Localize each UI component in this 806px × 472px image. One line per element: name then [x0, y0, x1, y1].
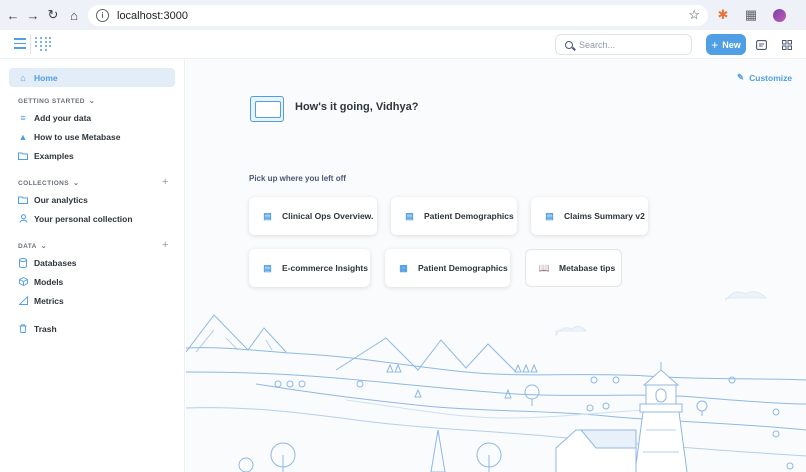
recent-card-label: E-commerce Insights: [282, 263, 368, 273]
sidebar-item-models[interactable]: Models: [9, 272, 175, 291]
sidebar-item-trash[interactable]: Trash: [9, 319, 175, 338]
chevron-down-icon: ⌄: [40, 243, 47, 250]
folder-icon: [18, 151, 28, 161]
home-main: ✎ Customize How's it going, Vidhya? Pick…: [186, 60, 806, 472]
address-bar[interactable]: i localhost:3000 ☆: [88, 5, 708, 26]
recent-card[interactable]: ▤ Clinical Ops Overview.: [249, 197, 377, 235]
sidebar-item-home[interactable]: ⌂ Home: [9, 68, 175, 87]
database-icon: [18, 257, 28, 268]
graduation-cap-icon: ▲: [18, 131, 28, 142]
apps-grid-icon[interactable]: [777, 35, 796, 54]
model-cube-icon: [18, 277, 28, 287]
recents-heading: Pick up where you left off: [249, 174, 346, 183]
url-text: localhost:3000: [117, 9, 188, 22]
customize-label: Customize: [749, 72, 793, 83]
collections-heading[interactable]: COLLECTIONS ⌄: [18, 179, 80, 188]
bookmark-star-icon[interactable]: ☆: [688, 7, 700, 23]
add-collection-icon[interactable]: +: [162, 176, 168, 188]
forward-icon[interactable]: →: [22, 4, 44, 26]
plus-icon: +: [711, 37, 719, 52]
profile-avatar[interactable]: [768, 4, 790, 26]
dashboard-icon: ▤: [263, 262, 272, 273]
sidebar-item-label: Home: [34, 72, 58, 83]
app-header: Search... + New: [0, 30, 806, 59]
reload-icon[interactable]: ↻: [42, 4, 64, 26]
recent-card[interactable]: ▤ Claims Summary v2: [531, 197, 648, 235]
sidebar-item-databases[interactable]: Databases: [9, 253, 175, 272]
data-heading[interactable]: DATA ⌄: [18, 242, 47, 251]
sidebar-item-label: Examples: [34, 150, 74, 161]
search-input[interactable]: Search...: [555, 34, 692, 55]
chevron-down-icon: ⌄: [72, 180, 80, 187]
customize-button[interactable]: ✎ Customize: [737, 72, 792, 83]
add-data-source-icon[interactable]: +: [162, 239, 168, 251]
book-icon: 📖: [538, 262, 551, 273]
getting-started-heading[interactable]: GETTING STARTED ⌄: [18, 97, 96, 106]
notebook-icon[interactable]: [752, 35, 771, 54]
recent-card-label: Patient Demographics: [418, 263, 508, 273]
section-heading-label: COLLECTIONS: [18, 179, 69, 187]
add-data-icon: ≡: [20, 112, 26, 123]
section-heading-label: GETTING STARTED: [18, 97, 85, 105]
sidebar-item-examples[interactable]: Examples: [9, 146, 175, 165]
recent-card-label: Clinical Ops Overview.: [282, 211, 374, 221]
table-icon: ▦: [399, 262, 408, 273]
recent-card-label: Patient Demographics: [424, 211, 514, 221]
sidebar-item-label: Trash: [34, 323, 57, 334]
new-button[interactable]: + New: [706, 34, 746, 55]
metric-icon: [18, 296, 28, 306]
sidebar: ⌂ Home GETTING STARTED ⌄ ≡ Add your data…: [0, 60, 185, 472]
extension-icon[interactable]: ✱: [712, 4, 734, 26]
dashboard-icon: ▤: [545, 210, 554, 221]
sidebar-item-label: Metrics: [34, 295, 64, 306]
new-button-label: New: [722, 39, 741, 50]
sidebar-item-label: Our analytics: [34, 194, 88, 205]
greeting-text: How's it going, Vidhya?: [295, 101, 419, 113]
sidebar-item-our-analytics[interactable]: Our analytics: [9, 190, 175, 209]
home-icon[interactable]: ⌂: [63, 4, 85, 26]
recent-card[interactable]: ▤ Patient Demographics: [391, 197, 517, 235]
trash-icon: [18, 324, 28, 334]
dashboard-icon: ▤: [263, 210, 272, 221]
recent-card-label: Metabase tips: [559, 263, 616, 273]
chevron-down-icon: ⌄: [88, 98, 96, 105]
home-icon: ⌂: [20, 72, 26, 83]
lighthouse-landscape-illustration: [186, 291, 806, 472]
person-icon: [18, 214, 28, 224]
sidebar-item-label: Your personal collection: [34, 213, 133, 224]
site-info-icon[interactable]: i: [96, 9, 109, 22]
sidebar-item-metrics[interactable]: Metrics: [9, 291, 175, 310]
sidebar-item-label: Add your data: [34, 112, 92, 123]
pencil-icon: ✎: [737, 72, 745, 82]
sidebar-toggle-icon[interactable]: [14, 38, 26, 50]
back-icon[interactable]: ←: [2, 4, 24, 26]
sidebar-item-add-data[interactable]: ≡ Add your data: [9, 108, 175, 127]
sidebar-item-personal-collection[interactable]: Your personal collection: [9, 209, 175, 228]
recent-card-label: Claims Summary v2: [564, 211, 645, 221]
metabase-logo[interactable]: [35, 37, 51, 51]
search-icon: [565, 40, 573, 49]
folder-icon: [18, 195, 28, 205]
sidebar-item-how-to-use[interactable]: ▲ How to use Metabase: [9, 127, 175, 146]
section-heading-label: DATA: [18, 242, 37, 250]
browser-menu-icon[interactable]: ⋮: [796, 4, 806, 26]
puzzle-icon[interactable]: ▦: [740, 4, 762, 26]
sidebar-item-label: Models: [34, 276, 64, 287]
search-placeholder: Search...: [579, 39, 616, 50]
metabot-illustration: [250, 96, 284, 122]
header-divider: [30, 34, 31, 54]
sidebar-item-label: How to use Metabase: [34, 131, 121, 142]
sidebar-item-label: Databases: [34, 257, 77, 268]
dashboard-icon: ▤: [405, 210, 414, 221]
browser-toolbar: ← → ↻ ⌂ i localhost:3000 ☆ ✱ ▦ ⋮: [0, 0, 806, 30]
